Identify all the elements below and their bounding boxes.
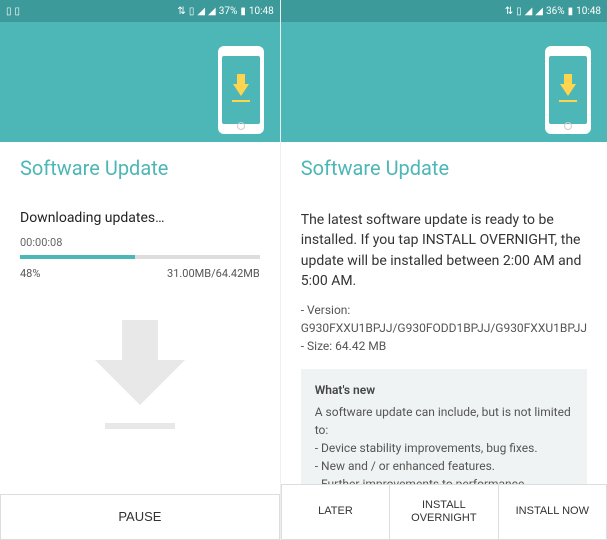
later-button[interactable]: LATER (281, 485, 390, 540)
status-bar: ▯ ▯ ⇅ ▯ ◢ ◢ 37% ▮ 10:48 (0, 0, 280, 22)
install-now-button[interactable]: INSTALL NOW (499, 485, 607, 540)
battery-text: 37% (219, 6, 238, 17)
install-overnight-button[interactable]: INSTALL OVERNIGHT (390, 485, 498, 540)
wifi-icon: ⇅ (177, 6, 185, 17)
status-bar: ⇅ ▯ ◢ ◢ 36% ▮ 10:48 (281, 0, 607, 22)
phone-icon: ▯ (6, 6, 12, 17)
content-area: The latest software update is ready to b… (281, 194, 607, 484)
progress-percent: 48% (20, 267, 40, 280)
signal-icon: ◢ (197, 6, 205, 17)
whats-new-panel: What's new A software update can include… (301, 369, 587, 483)
signal-icon: ◢ (535, 6, 543, 17)
wifi-icon: ⇅ (505, 6, 513, 17)
signal-icon: ◢ (525, 6, 533, 17)
signal-icon: ◢ (208, 6, 216, 17)
page-title: Software Update (281, 142, 607, 194)
size-text: - Size: 64.42 MB (301, 337, 587, 355)
content-area: Downloading updates… 00:00:08 48% 31.00M… (0, 194, 280, 494)
progress-fill (20, 255, 135, 259)
clock: 10:48 (249, 6, 274, 17)
clock: 10:48 (576, 6, 601, 17)
progress-size: 31.00MB/64.42MB (167, 267, 260, 280)
ready-message: The latest software update is ready to b… (301, 210, 587, 291)
nfc-icon: ▯ (189, 6, 195, 17)
footer: LATER INSTALL OVERNIGHT INSTALL NOW (281, 484, 607, 540)
version-text: - Version: G930FXXU1BPJJ/G930FODD1BPJJ/G… (301, 301, 587, 337)
whats-new-title: What's new (315, 381, 573, 399)
screen-ready: ⇅ ▯ ◢ ◢ 36% ▮ 10:48 Software Update The … (281, 0, 607, 540)
header (0, 22, 280, 142)
phone-download-icon (218, 46, 264, 134)
battery-icon: ▮ (240, 6, 246, 17)
download-arrow-icon (95, 320, 185, 429)
phone-download-icon (545, 46, 591, 134)
battery-text: 36% (546, 6, 565, 17)
elapsed-time: 00:00:08 (20, 236, 260, 249)
nfc-icon: ▯ (516, 6, 522, 17)
pause-button[interactable]: PAUSE (0, 495, 280, 540)
progress-bar (20, 255, 260, 259)
download-status: Downloading updates… (20, 210, 260, 226)
page-title: Software Update (0, 142, 280, 194)
header (281, 22, 607, 142)
screen-downloading: ▯ ▯ ⇅ ▯ ◢ ◢ 37% ▮ 10:48 Software Update … (0, 0, 281, 540)
footer: PAUSE (0, 494, 280, 540)
battery-icon: ▮ (568, 6, 574, 17)
whats-new-body: A software update can include, but is no… (315, 403, 573, 483)
card-icon: ▯ (15, 6, 21, 17)
